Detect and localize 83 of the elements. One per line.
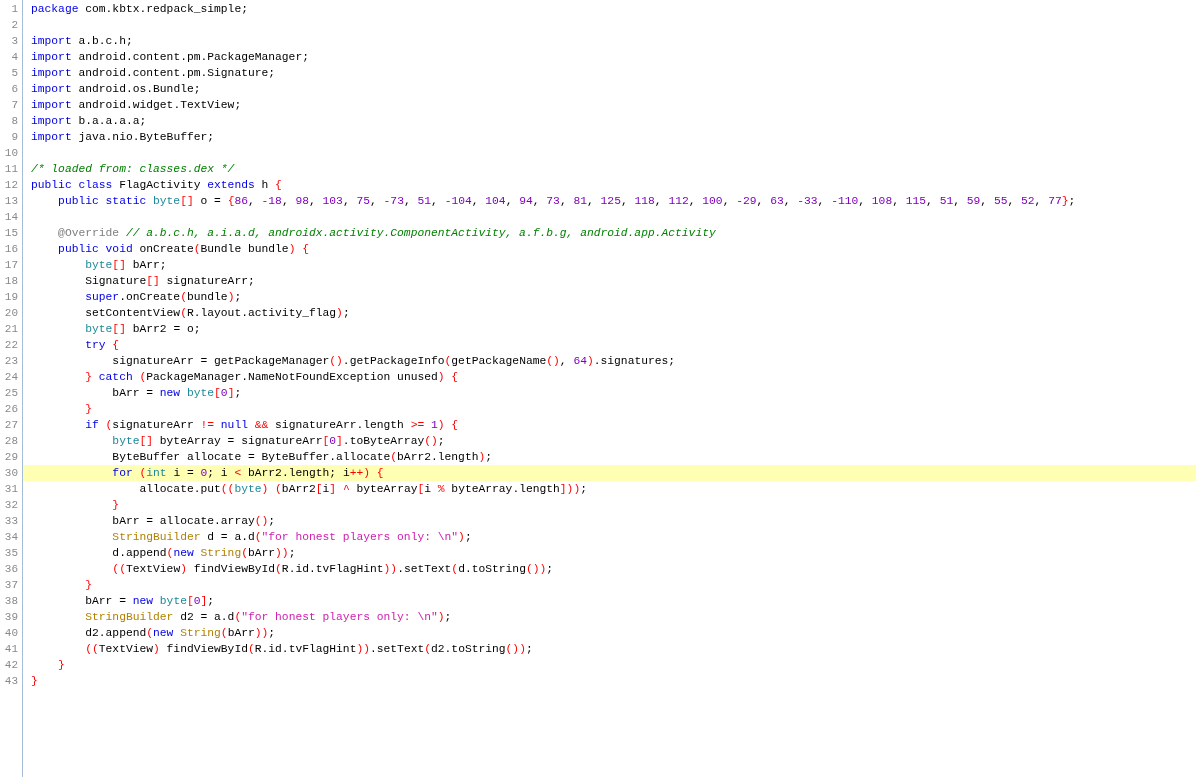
- code-line: import android.os.Bundle;: [31, 82, 201, 97]
- code-line: StringBuilder d = a.d("for honest players only: \n");: [111, 530, 472, 545]
- code-line: bArr = new byte[0];: [111, 386, 242, 401]
- line-number: 10: [4, 146, 18, 161]
- code-line: super.onCreate(bundle);: [84, 290, 242, 305]
- code-line: }: [84, 402, 92, 417]
- code-line: }: [84, 578, 92, 593]
- code-line: package com.kbtx.redpack_simple;: [31, 2, 248, 17]
- line-number: 19: [4, 290, 18, 305]
- line-number: 24: [4, 370, 18, 385]
- code-line: public static byte[] o = {86, -18, 98, 103, 75, -73, 51, -104, 104, 94, 73, 81, 125, 118, 112, 100, -29, 63, -33, -110, 108, 115, 51, 59, 55, 52, 77};: [57, 194, 1076, 209]
- line-number: 8: [11, 114, 18, 129]
- line-number: 30: [4, 466, 18, 481]
- line-number: 6: [11, 82, 18, 97]
- code-line: allocate.put((byte) (bArr2[i] ^ byteArray[i % byteArray.length]));: [138, 482, 587, 497]
- line-number: 1: [11, 2, 18, 17]
- line-number: 23: [4, 354, 18, 369]
- line-number: 3: [11, 34, 18, 49]
- code-line: signatureArr = getPackageManager().getPackageInfo(getPackageName(), 64).signatures;: [111, 354, 676, 369]
- line-number: 29: [4, 450, 18, 465]
- line-number: 7: [11, 98, 18, 113]
- line-number: 28: [4, 434, 18, 449]
- code-line: @Override // a.b.c.h, a.i.a.d, androidx.activity.ComponentActivity, a.f.b.g, android.app.Activity: [57, 226, 716, 241]
- line-number: 27: [4, 418, 18, 433]
- code-line: byte[] bArr2 = o;: [84, 322, 201, 337]
- line-number: 36: [4, 562, 18, 577]
- line-number: 42: [4, 658, 18, 673]
- code-line: try {: [84, 338, 120, 353]
- code-line: Signature[] signatureArr;: [84, 274, 255, 289]
- line-number: 40: [4, 626, 18, 641]
- code-line: import a.b.c.h;: [31, 34, 133, 49]
- line-number: 5: [11, 66, 18, 81]
- line-number: 32: [4, 498, 18, 513]
- code-line: bArr = allocate.array();: [111, 514, 276, 529]
- code-line: import b.a.a.a.a;: [31, 114, 147, 129]
- line-number: 41: [4, 642, 18, 657]
- code-line: d2.append(new String(bArr));: [84, 626, 276, 641]
- code-line: StringBuilder d2 = a.d("for honest players only: \n");: [84, 610, 452, 625]
- code-line: }: [31, 674, 38, 689]
- line-number: 12: [4, 178, 18, 193]
- code-line: /* loaded from: classes.dex */: [31, 162, 235, 177]
- line-number: 2: [11, 18, 18, 33]
- line-number: 34: [4, 530, 18, 545]
- line-number: 11: [4, 162, 18, 177]
- line-number: 18: [4, 274, 18, 289]
- line-number: 39: [4, 610, 18, 625]
- code-line: }: [57, 658, 65, 673]
- code-line: bArr = new byte[0];: [84, 594, 215, 609]
- line-number: 31: [4, 482, 18, 497]
- line-number: 9: [11, 130, 18, 145]
- line-number: 13: [4, 194, 18, 209]
- line-number: 33: [4, 514, 18, 529]
- line-number: 38: [4, 594, 18, 609]
- code-line: public class FlagActivity extends h {: [31, 178, 282, 193]
- code-line: import android.content.pm.PackageManager;: [31, 50, 309, 65]
- line-number: 20: [4, 306, 18, 321]
- code-line: import android.widget.TextView;: [31, 98, 242, 113]
- code-line: import android.content.pm.Signature;: [31, 66, 276, 81]
- code-line: byte[] bArr;: [84, 258, 167, 273]
- line-number: 14: [4, 210, 18, 225]
- line-number: 15: [4, 226, 18, 241]
- line-number: 35: [4, 546, 18, 561]
- line-number: 43: [4, 674, 18, 689]
- code-line: ByteBuffer allocate = ByteBuffer.allocate(bArr2.length);: [111, 450, 492, 465]
- code-line: ((TextView) findViewById(R.id.tvFlagHint)).setText(d2.toString());: [84, 642, 533, 657]
- code-line: ((TextView) findViewById(R.id.tvFlagHint)).setText(d.toString());: [111, 562, 554, 577]
- line-number: 16: [4, 242, 18, 257]
- line-number: 21: [4, 322, 18, 337]
- code-line: }: [111, 498, 120, 513]
- code-line: public void onCreate(Bundle bundle) {: [57, 242, 309, 257]
- code-line: setContentView(R.layout.activity_flag);: [84, 306, 350, 321]
- code-line: for (int i = 0; i < bArr2.length; i++) {: [111, 466, 384, 481]
- line-number: 22: [4, 338, 18, 353]
- line-number: 26: [4, 402, 18, 417]
- code-line: } catch (PackageManager.NameNotFoundException unused) {: [84, 370, 459, 385]
- code-line: byte[] byteArray = signatureArr[0].toByteArray();: [111, 434, 445, 449]
- code-line: if (signatureArr != null && signatureArr.length >= 1) {: [84, 418, 459, 433]
- code-line: d.append(new String(bArr));: [111, 546, 296, 561]
- line-number: 4: [11, 50, 18, 65]
- code-line: import java.nio.ByteBuffer;: [31, 130, 215, 145]
- line-number: 37: [4, 578, 18, 593]
- line-number: 17: [4, 258, 18, 273]
- line-number: 25: [4, 386, 18, 401]
